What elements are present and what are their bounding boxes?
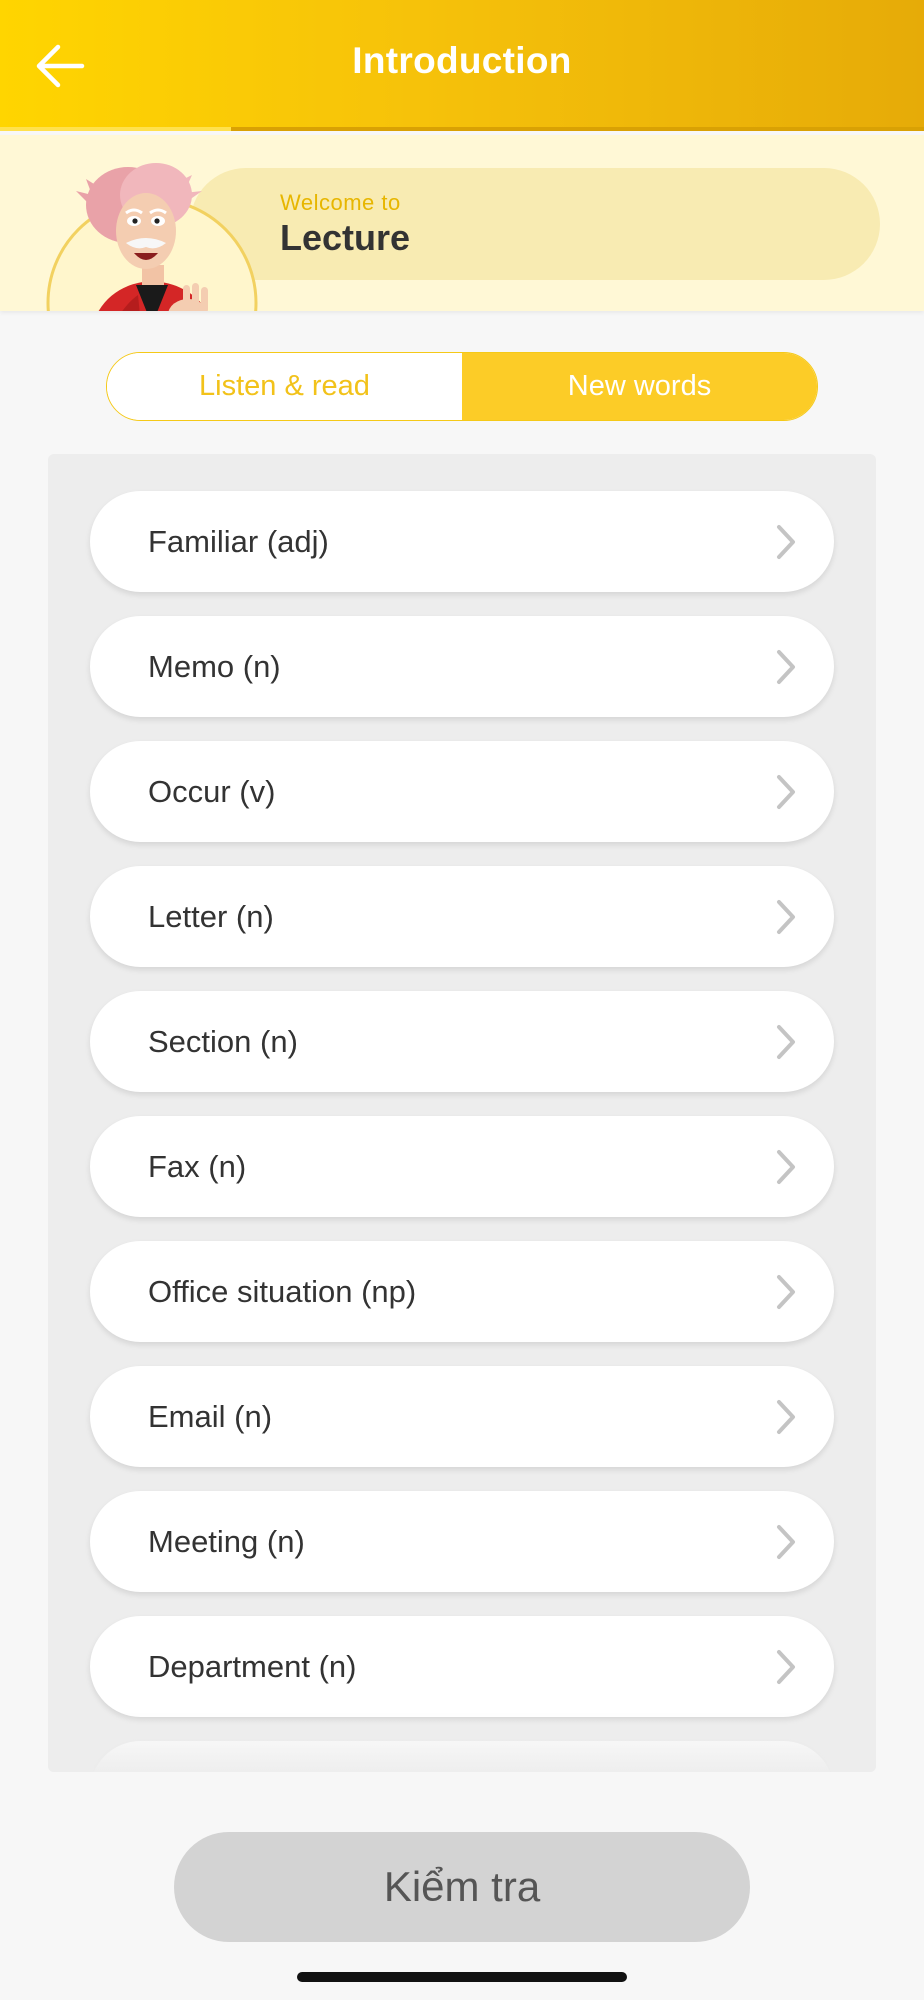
- check-button[interactable]: Kiểm tra: [174, 1832, 750, 1942]
- list-item-familiar[interactable]: Familiar (adj): [90, 491, 834, 592]
- top-app-bar: Introduction: [0, 0, 924, 131]
- word-label: Memo (n): [148, 649, 281, 684]
- list-item-department[interactable]: Department (n): [90, 1616, 834, 1717]
- word-label: Familiar (adj): [148, 524, 329, 559]
- segmented-tabs: Listen & read New words: [106, 352, 818, 421]
- list-item-memo[interactable]: Memo (n): [90, 616, 834, 717]
- chevron-right-icon: [777, 650, 795, 684]
- page-title: Introduction: [352, 40, 572, 81]
- list-item-partial[interactable]: [90, 1741, 834, 1772]
- professor-avatar: [46, 163, 258, 311]
- chevron-right-icon: [777, 1275, 795, 1309]
- home-indicator: [297, 1972, 627, 1982]
- word-label: Office situation (np): [148, 1274, 417, 1309]
- word-label: Email (n): [148, 1399, 273, 1434]
- welcome-subtitle: Welcome to: [280, 190, 401, 215]
- welcome-banner: Welcome to Lecture: [0, 135, 924, 311]
- list-item-email[interactable]: Email (n): [90, 1366, 834, 1467]
- list-item-section[interactable]: Section (n): [90, 991, 834, 1092]
- header-accent-line: [0, 127, 231, 131]
- list-item-fax[interactable]: Fax (n): [90, 1116, 834, 1217]
- list-item-meeting[interactable]: Meeting (n): [90, 1491, 834, 1592]
- chevron-right-icon: [777, 1650, 795, 1684]
- chevron-right-icon: [777, 1525, 795, 1559]
- chevron-right-icon: [777, 1150, 795, 1184]
- chevron-right-icon: [777, 775, 795, 809]
- tab-new-words[interactable]: New words: [462, 353, 817, 420]
- list-item-letter[interactable]: Letter (n): [90, 866, 834, 967]
- word-label: Fax (n): [148, 1149, 247, 1184]
- word-list: Familiar (adj) Memo (n) Occur (v) Letter…: [48, 454, 876, 1772]
- word-label: Letter (n): [148, 899, 274, 934]
- tab-listen-read[interactable]: Listen & read: [107, 353, 462, 420]
- word-label: Meeting (n): [148, 1524, 305, 1559]
- chevron-right-icon: [777, 525, 795, 559]
- chevron-right-icon: [777, 1025, 795, 1059]
- list-item-office-situation[interactable]: Office situation (np): [90, 1241, 834, 1342]
- word-label: Department (n): [148, 1649, 357, 1684]
- word-label: Section (n): [148, 1024, 298, 1059]
- word-label: Occur (v): [148, 774, 276, 809]
- chevron-right-icon: [777, 900, 795, 934]
- chevron-right-icon: [777, 1400, 795, 1434]
- lecture-title: Lecture: [280, 217, 411, 258]
- list-item-occur[interactable]: Occur (v): [90, 741, 834, 842]
